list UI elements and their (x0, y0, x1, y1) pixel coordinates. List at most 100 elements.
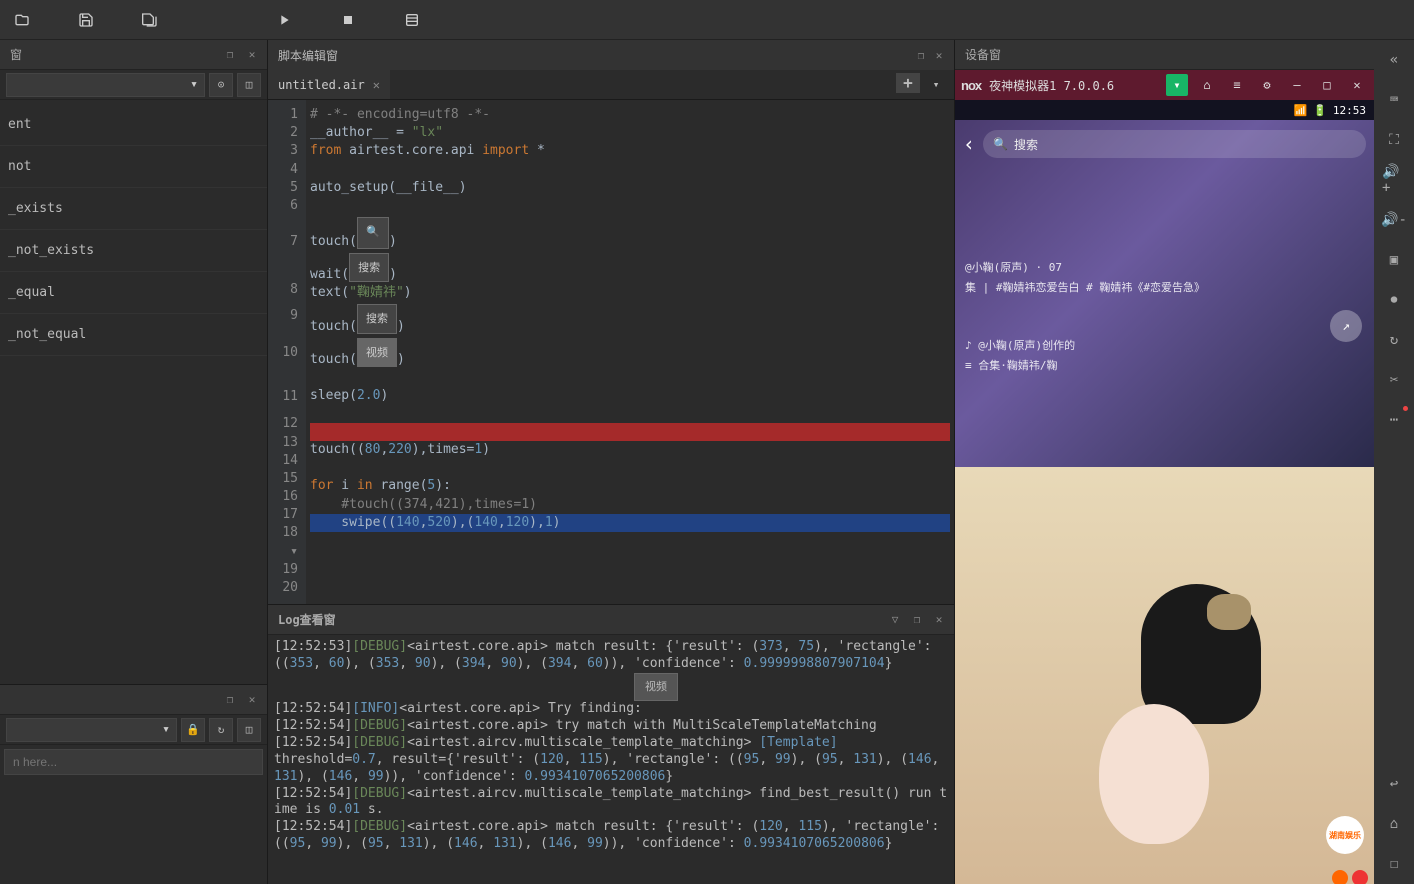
device-panel-header: 设备窗 (955, 40, 1374, 70)
volume-up-icon[interactable]: 🔊+ (1382, 168, 1406, 192)
back-icon[interactable]: ↩ (1382, 772, 1406, 796)
status-time: 12:53 (1333, 104, 1366, 117)
editor-tab[interactable]: untitled.air ✕ (268, 70, 390, 99)
template-image-video: 视频 (357, 338, 397, 367)
tree-item[interactable]: _exists (0, 188, 267, 230)
video-upper[interactable]: ‹ 🔍 搜索 @小鞠(原声) · 07 集 | #鞠婧祎恋爱告白 # 鞠婧祎《#… (955, 120, 1374, 467)
channel-watermark: 湖南娱乐 (1326, 816, 1364, 854)
volume-down-icon[interactable]: 🔊- (1382, 208, 1406, 232)
app-grid-icon[interactable]: ▾ (1166, 74, 1188, 96)
log-title: Log查看窗 (274, 611, 882, 628)
code-body[interactable]: # -*- encoding=utf8 -*- __author__ = "lx… (306, 100, 954, 604)
panel-restore-icon[interactable]: ❐ (221, 691, 239, 709)
script-panel-title: 脚本编辑窗 (274, 47, 912, 64)
device-panel: 设备窗 nox 夜神模拟器1 7.0.0.6 ▾ ⌂ ≡ ⚙ — □ ✕ 📶 🔋… (954, 40, 1414, 884)
editor-tab-bar: untitled.air ✕ + ▾ (268, 70, 954, 100)
watermark-dot (1332, 870, 1348, 884)
record-icon[interactable]: ⊙ (209, 73, 233, 97)
menu-icon[interactable]: ≡ (1226, 74, 1248, 96)
wifi-icon: 📶 (1293, 104, 1307, 117)
tab-label: untitled.air (278, 78, 365, 92)
template-image-search: 搜索 (357, 304, 397, 333)
video-author[interactable]: @小鞠(原声) · 07 (965, 260, 1062, 277)
panel-close-icon[interactable]: ✕ (243, 691, 261, 709)
recents-icon[interactable]: ☐ (1382, 852, 1406, 876)
search-icon: 🔍 (993, 137, 1008, 151)
screenshot-icon[interactable]: ▣ (1382, 248, 1406, 272)
tree-item[interactable]: _equal (0, 272, 267, 314)
close-window-icon[interactable]: ✕ (1346, 74, 1368, 96)
emulator-sidebar: « ⌨ ⛶ 🔊+ 🔊- ▣ ⏺ ↻ ✂ ⋯ ↩ ⌂ ☐ (1374, 40, 1414, 884)
panel-close-icon[interactable]: ✕ (930, 46, 948, 64)
emulator-title-bar: nox 夜神模拟器1 7.0.0.6 ▾ ⌂ ≡ ⚙ — □ ✕ (955, 70, 1374, 100)
left-panel-title: 窗 (6, 46, 217, 63)
maximize-icon[interactable]: □ (1316, 74, 1338, 96)
script-panel-header: 脚本编辑窗 ❐ ✕ (268, 40, 954, 70)
template-image-search-icon: 🔍 (357, 217, 389, 249)
panel-restore-icon[interactable]: ❐ (912, 46, 930, 64)
collapse-icon[interactable]: « (1382, 48, 1406, 72)
keyboard-icon[interactable]: ⌨ (1382, 88, 1406, 112)
device-panel-title: 设备窗 (961, 46, 1368, 63)
panel-restore-icon[interactable]: ❐ (221, 46, 239, 64)
project-dropdown[interactable]: ▾ (6, 73, 205, 97)
inspector-icon[interactable]: ◫ (237, 718, 261, 742)
add-tab-button[interactable]: + (896, 73, 920, 93)
video-description[interactable]: 集 | #鞠婧祎恋爱告白 # 鞠婧祎《#恋爱告急》 (965, 280, 1205, 297)
device-screen[interactable]: 📶 🔋 12:53 ‹ 🔍 搜索 @小鞠(原声) · 07 集 | #鞠婧祎恋爱… (955, 100, 1374, 884)
video-lower[interactable]: 湖南娱乐 (955, 467, 1374, 884)
video-collection[interactable]: ≡ 合集·鞠婧祎/鞠 (965, 358, 1058, 375)
panel-close-icon[interactable]: ✕ (243, 46, 261, 64)
save-all-icon[interactable] (138, 8, 162, 32)
douyin-search-bar[interactable]: 🔍 搜索 (983, 130, 1366, 158)
main-toolbar (0, 0, 1414, 40)
helper-dropdown[interactable]: ▾ (6, 718, 177, 742)
rotate-icon[interactable]: ↻ (1382, 328, 1406, 352)
panel-close-icon[interactable]: ✕ (930, 611, 948, 629)
emulator-name: 夜神模拟器1 7.0.0.6 (989, 77, 1158, 94)
left-panel-header: 窗 ❐ ✕ (0, 40, 267, 70)
left-sidebar: 窗 ❐ ✕ ▾ ⊙ ◫ ent not _exists _not_exists … (0, 40, 268, 884)
tab-close-icon[interactable]: ✕ (373, 78, 380, 92)
save-icon[interactable] (74, 8, 98, 32)
settings-icon[interactable]: ⚙ (1256, 74, 1278, 96)
run-icon[interactable] (272, 8, 296, 32)
code-editor[interactable]: 123456 7 8 9 10 11 121314151617 18 ▾1920… (268, 100, 954, 604)
record-screen-icon[interactable]: ⏺ (1382, 288, 1406, 312)
snapshot-icon[interactable]: ◫ (237, 73, 261, 97)
panel-restore-icon[interactable]: ❐ (908, 611, 926, 629)
back-arrow-icon[interactable]: ‹ (963, 132, 975, 156)
fullscreen-icon[interactable]: ⛶ (1382, 128, 1406, 152)
helper-panel: ❐ ✕ ▾ 🔒 ↻ ◫ (0, 684, 267, 884)
log-header: Log查看窗 ▽ ❐ ✕ (268, 605, 954, 635)
helper-search-input[interactable] (4, 749, 263, 775)
tree-item[interactable]: _not_equal (0, 314, 267, 356)
tab-menu-icon[interactable]: ▾ (924, 73, 948, 97)
log-output[interactable]: [12:52:53][DEBUG]<airtest.core.api> matc… (268, 635, 954, 884)
tree-item[interactable]: not (0, 146, 267, 188)
battery-icon: 🔋 (1313, 104, 1327, 117)
minimize-icon[interactable]: — (1286, 74, 1308, 96)
scissors-icon[interactable]: ✂ (1382, 368, 1406, 392)
refresh-icon[interactable]: ↻ (209, 718, 233, 742)
video-music[interactable]: ♪ @小鞠(原声)创作的 (965, 338, 1075, 355)
helper-header: ❐ ✕ (0, 685, 267, 715)
line-gutter: 123456 7 8 9 10 11 121314151617 18 ▾1920 (268, 100, 306, 604)
share-button[interactable]: ↗ (1330, 310, 1362, 342)
lock-icon[interactable]: 🔒 (181, 718, 205, 742)
log-template-thumb: 视频 (634, 673, 678, 701)
filter-icon[interactable]: ▽ (886, 611, 904, 629)
open-folder-icon[interactable] (10, 8, 34, 32)
tree-item[interactable]: _not_exists (0, 230, 267, 272)
home-icon-small[interactable]: ⌂ (1196, 74, 1218, 96)
home-icon[interactable]: ⌂ (1382, 812, 1406, 836)
stop-icon[interactable] (336, 8, 360, 32)
template-image-search: 搜索 (349, 253, 389, 282)
log-panel: Log查看窗 ▽ ❐ ✕ [12:52:53][DEBUG]<airtest.c… (268, 604, 954, 884)
report-icon[interactable] (400, 8, 424, 32)
tree-item[interactable]: ent (0, 104, 267, 146)
nox-logo: nox (961, 78, 981, 93)
more-icon[interactable]: ⋯ (1382, 408, 1406, 432)
watermark-dot (1352, 870, 1368, 884)
center-panel: 脚本编辑窗 ❐ ✕ untitled.air ✕ + ▾ 123456 7 8 … (268, 40, 954, 884)
